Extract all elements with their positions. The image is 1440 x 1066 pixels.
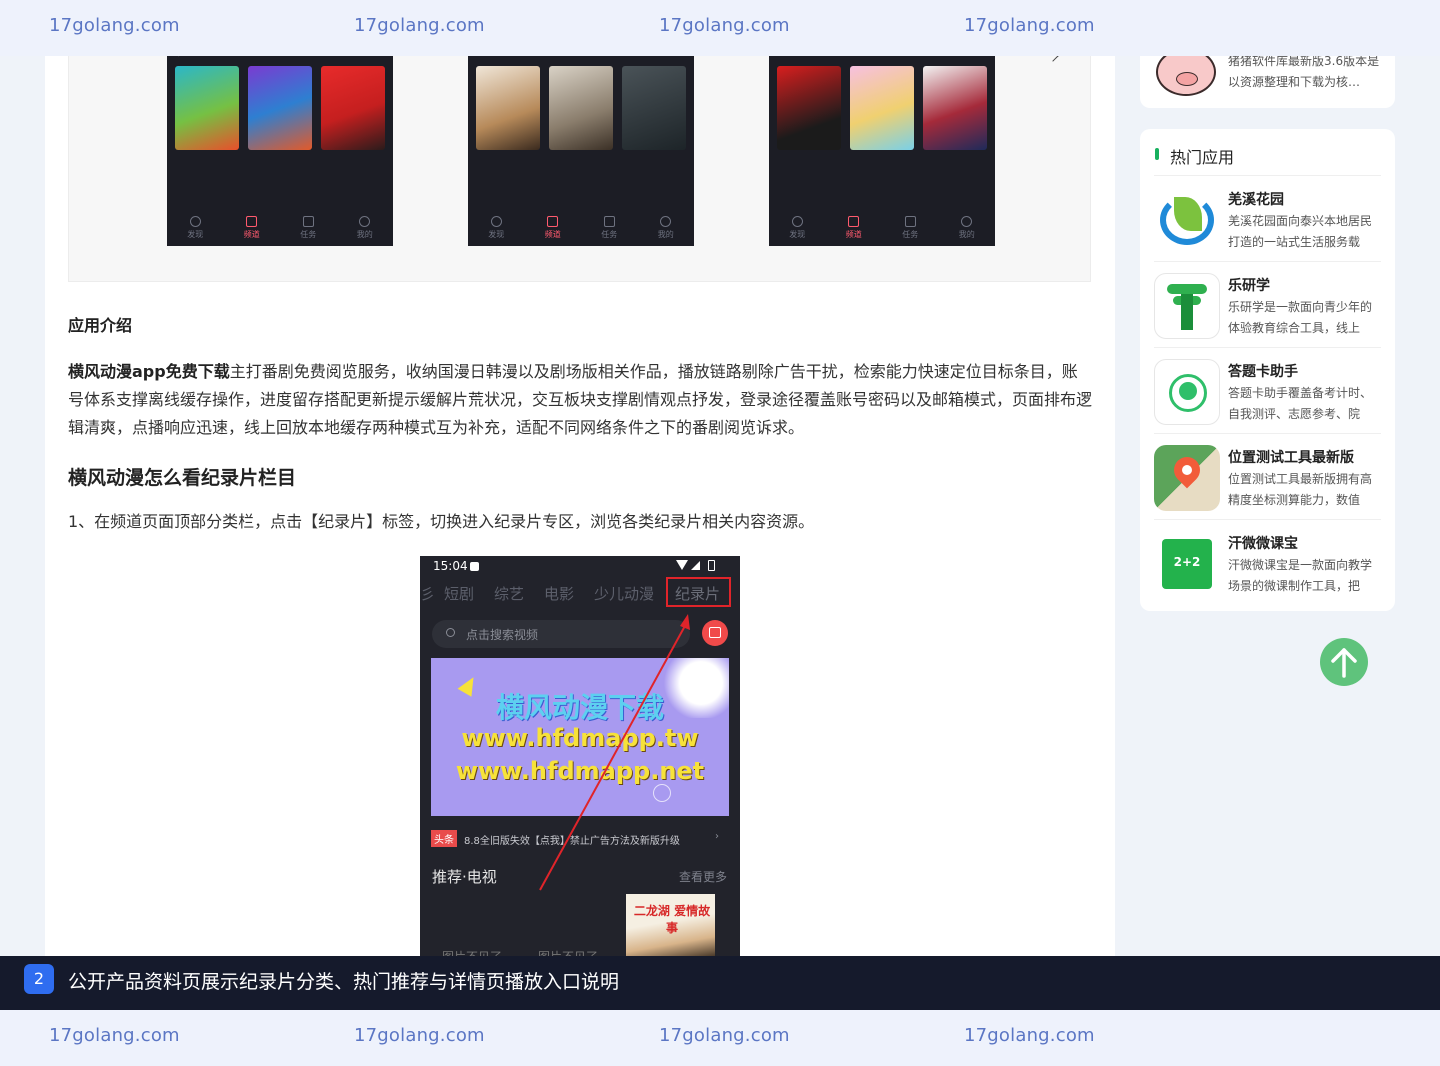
watermark-bar-top: 17golang.com 17golang.com 17golang.com 1… [0,0,1440,56]
play-icon [848,216,860,227]
compass-icon [189,216,201,227]
intro-paragraph: 横风动漫app免费下载主打番剧免费阅览服务，收纳国漫日韩漫以及剧场版相关作品，播… [68,358,1092,442]
watermark-bar-bottom: 17golang.com 17golang.com 17golang.com 1… [0,1010,1440,1066]
watermark-text: 17golang.com [354,15,485,36]
intro-bold-link: 横风动漫app免费下载 [68,362,230,381]
tab-tasks[interactable]: 任务 [601,216,617,240]
poster-image [622,66,686,150]
app-tabbar: 发现 频道 任务 我的 [769,210,995,246]
watermark-text: 17golang.com [354,1025,485,1046]
hot-apps-card: 热门应用 羌溪花园 羌溪花园面向泰兴本地居民打造的一站式生活服务载 乐研学 乐研… [1140,129,1395,611]
app-list-item[interactable]: 羌溪花园 羌溪花园面向泰兴本地居民打造的一站式生活服务载 [1154,181,1381,261]
app-desc: 猪猪软件库最新版3.6版本是以资源整理和下载为核… [1228,54,1380,89]
watermark-text: 17golang.com [964,15,1095,36]
arrow-up-icon [1331,648,1357,678]
watermark-text: 17golang.com [659,1025,790,1046]
poster-image [777,66,841,150]
answer-card-icon [1154,359,1220,425]
checklist-icon [302,216,314,227]
checklist-icon [603,216,615,227]
caption-bar: 2 公开产品资料页展示纪录片分类、热门推荐与详情页播放入口说明 [0,956,1440,1010]
user-icon [961,216,973,227]
caption-number: 2 [24,964,54,994]
compass-icon [791,216,803,227]
poster-image [850,66,914,150]
checklist-icon [904,216,916,227]
user-icon [660,216,672,227]
step-1-text: 1、在频道页面顶部分类栏，点击【纪录片】标签，切换进入纪录片专区，浏览各类纪录片… [68,512,815,531]
user-icon [359,216,371,227]
poster-image [923,66,987,150]
qiangxi-garden-icon [1154,187,1220,253]
app-tabbar: 发现 频道 任务 我的 [468,210,694,246]
tab-channel[interactable]: 频道 [545,216,561,240]
annotation-arrow [539,614,690,891]
poster-image [321,66,385,150]
tab-tasks[interactable]: 任务 [300,216,316,240]
tab-mine[interactable]: 我的 [959,216,975,240]
play-icon [246,216,258,227]
tab-discover[interactable]: 发现 [789,216,805,240]
app-tabbar: 发现 频道 任务 我的 [167,210,393,246]
watermark-text: 17golang.com [49,15,180,36]
watermark-text: 17golang.com [964,1025,1095,1046]
app-list-item[interactable]: 位置测试工具最新版 位置测试工具最新版拥有高精度坐标测算能力，数值 [1154,439,1381,519]
tab-mine[interactable]: 我的 [658,216,674,240]
back-to-top-button[interactable] [1320,638,1368,686]
section-marker [1155,148,1159,160]
tab-channel[interactable]: 频道 [244,216,260,240]
watermark-text: 17golang.com [659,15,790,36]
poster-image [549,66,613,150]
hanwei-course-icon: 2+2 [1154,531,1220,597]
watermark-text: 17golang.com [49,1025,180,1046]
app-list-item[interactable]: 2+2 汗微微课宝 汗微微课宝是一款面向教学场景的微课制作工具，把 [1154,525,1381,605]
location-test-icon [1154,445,1220,511]
tab-discover[interactable]: 发现 [488,216,504,240]
tab-discover[interactable]: 发现 [187,216,203,240]
leyanxue-icon [1154,273,1220,339]
app-list-item[interactable]: 答题卡助手 答题卡助手覆盖备考计时、自我测评、志愿参考、院 [1154,353,1381,433]
tab-mine[interactable]: 我的 [357,216,373,240]
poster-image [175,66,239,150]
poster-image [476,66,540,150]
poster-image [248,66,312,150]
play-icon [547,216,559,227]
app-list-item[interactable]: 乐研学 乐研学是一款面向青少年的体验教育综合工具，线上 [1154,267,1381,347]
tutorial-screenshot: 15:04 彡 短剧 综艺 电影 少儿动漫 纪录片 点击搜索视频 横风动漫下载 … [420,556,740,956]
hot-apps-title: 热门应用 [1170,148,1235,167]
howto-heading: 横风动漫怎么看纪录片栏目 [68,467,297,489]
intro-heading: 应用介绍 [68,316,133,335]
tab-tasks[interactable]: 任务 [902,216,918,240]
compass-icon [490,216,502,227]
tab-channel[interactable]: 频道 [846,216,862,240]
caption-text: 公开产品资料页展示纪录片分类、热门推荐与详情页播放入口说明 [68,971,620,993]
